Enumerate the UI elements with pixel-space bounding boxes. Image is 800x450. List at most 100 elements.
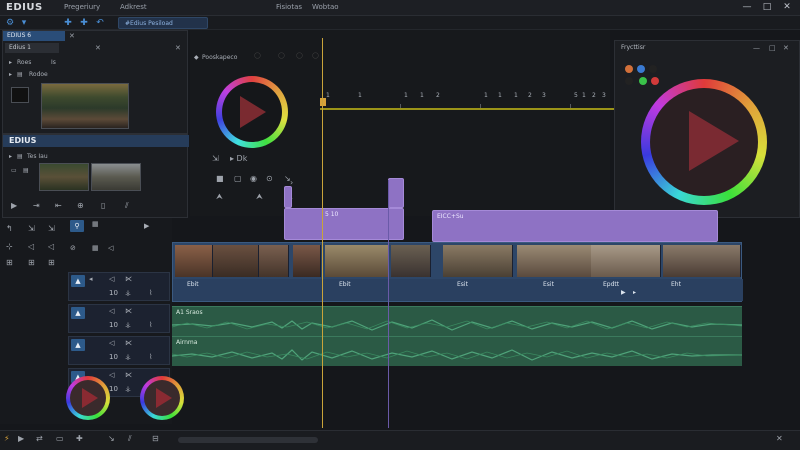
audio-track-1[interactable]: A1 Sraos (172, 306, 742, 336)
audio-track-header-1[interactable]: ▲ ◁ ⋉ 10 ⚶ ⌇ (68, 336, 170, 365)
keyframe-icon[interactable]: ⚶ (125, 289, 131, 297)
play-icon[interactable]: ▶ (18, 434, 24, 443)
track-toggle[interactable]: ▲ (71, 307, 85, 319)
playhead[interactable] (322, 38, 323, 428)
color-dot-black[interactable] (625, 77, 633, 85)
color-wheel[interactable] (216, 76, 288, 148)
menu-item-2[interactable]: Adkrest (120, 3, 147, 11)
color-wheel-mini[interactable] (140, 376, 184, 420)
undo-icon[interactable]: ↶ (94, 17, 106, 29)
video-track-header[interactable]: ▲ ◂ ◁ ⋉ 10 ⚶ ⌇ (68, 272, 170, 301)
tree-arrow-icon[interactable]: ▸ (9, 71, 12, 78)
delete-icon[interactable]: ⊟ (152, 434, 159, 443)
play-icon[interactable]: ▶ (11, 201, 17, 210)
circle-icon[interactable]: ◯ (312, 52, 319, 59)
lock-toggle[interactable]: ⚲ (70, 220, 84, 232)
cursor-icon[interactable]: ↰ (6, 224, 13, 233)
color-dot-red[interactable] (651, 77, 659, 85)
loop-icon[interactable]: ⇄ (36, 434, 43, 443)
track-toggle[interactable]: ▲ (71, 275, 85, 287)
close-icon[interactable]: ✕ (69, 32, 75, 40)
audio-track-2[interactable]: Airnma (172, 336, 742, 366)
keyframe-icon[interactable]: ⚶ (125, 321, 131, 329)
vol-icon[interactable]: ◁ (48, 242, 54, 251)
color-dot-black[interactable] (649, 65, 657, 73)
split-icon[interactable]: ✚ (76, 434, 83, 443)
clip-thumbnail[interactable] (41, 83, 129, 129)
maximize-icon[interactable]: □ (769, 44, 776, 52)
video-track[interactable]: Ebit Ebit Esit Esit Epdtt Eht ▶ ▸ (172, 242, 743, 302)
minimize-button[interactable]: — (740, 1, 754, 14)
grid-icon[interactable]: ⊞ (28, 258, 35, 267)
in-point-marker[interactable] (320, 98, 326, 106)
audio-icon[interactable]: ◁ (109, 307, 114, 315)
fx-icon[interactable]: ⋉ (125, 339, 132, 347)
circle-icon[interactable]: ◯ (278, 52, 285, 59)
circle-icon[interactable]: ◉ (250, 174, 257, 183)
rubber-band-icon[interactable]: ⌇ (149, 289, 152, 297)
audio-icon[interactable]: ◁ (109, 275, 114, 283)
visibility-icon[interactable]: ◂ (89, 275, 93, 283)
tree-arrow-icon[interactable]: ▸ (9, 153, 12, 160)
color-dot-orange[interactable] (625, 65, 633, 73)
marker-icon[interactable]: ▭ (56, 434, 64, 443)
keyframe-icon[interactable]: ⚶ (125, 353, 131, 361)
color-dot-blue[interactable] (637, 65, 645, 73)
fx-icon[interactable]: ⋉ (125, 275, 132, 283)
move-icon[interactable]: ✚ (62, 17, 74, 29)
menu-item-1[interactable]: Pregeriury (64, 3, 100, 11)
step-icon[interactable]: ⇤ (55, 201, 62, 210)
audio-icon[interactable]: ◁ (109, 339, 114, 347)
vol-icon[interactable]: ◁ (28, 242, 34, 251)
circle-icon[interactable]: ◯ (296, 52, 303, 59)
close-icon[interactable]: ✕ (783, 44, 789, 52)
rubber-band-icon[interactable]: ⌇ (149, 353, 152, 361)
circle-icon[interactable]: ◯ (254, 52, 261, 59)
audio-icon[interactable]: ◁ (108, 244, 113, 252)
work-area-bar[interactable] (320, 108, 616, 110)
move-icon[interactable]: ⊹ (6, 242, 13, 251)
project-tab[interactable]: #Edius Pesiload (118, 17, 208, 29)
title-clip[interactable]: EICC+Su (432, 210, 718, 242)
arrow-icon[interactable]: ↘ (108, 434, 115, 443)
search-icon[interactable]: ⊙ (266, 174, 273, 183)
title-clip[interactable] (284, 186, 292, 208)
step-back-icon[interactable]: ⇥ (33, 201, 40, 210)
bin-tab[interactable]: EDIUS 6 (3, 31, 65, 41)
tree-item-rodoe[interactable]: Rodoe (29, 71, 48, 78)
close-icon[interactable]: ✕ (175, 44, 181, 52)
menu-item-3[interactable]: Fisiotas (276, 3, 302, 11)
add-icon[interactable]: ✚ (78, 17, 90, 29)
menu-item-4[interactable]: Wobtao (312, 3, 339, 11)
clip-thumbnail[interactable] (39, 163, 89, 191)
transition-icon[interactable]: ▦ (92, 244, 99, 252)
title-clip[interactable]: 5 10 (284, 208, 404, 240)
color-dot-green[interactable] (639, 77, 647, 85)
color-wheel-mini[interactable] (66, 376, 110, 420)
maximize-button[interactable]: □ (760, 1, 774, 14)
transition-icon[interactable]: ▦ (92, 220, 99, 228)
collapse-icon[interactable]: ⇲ (28, 224, 35, 233)
clip-thumbnail[interactable] (91, 163, 141, 191)
split-icon[interactable]: ⫽ (128, 434, 132, 444)
step-icon[interactable]: ▸ (633, 289, 636, 296)
grid-icon[interactable]: ⊞ (6, 258, 13, 267)
mute-icon[interactable]: ⊘ (70, 244, 76, 252)
marker-icon[interactable]: ⊕ (77, 201, 84, 210)
play-icon[interactable]: ▶ (144, 222, 149, 230)
tree-item-roes[interactable]: Roes (17, 59, 31, 66)
split-icon[interactable]: ⫽ (125, 201, 129, 211)
tree-item-is[interactable]: Is (51, 59, 56, 66)
arrow-icon[interactable]: ⇲ (212, 154, 219, 163)
tree-arrow-icon[interactable]: ▸ (9, 59, 12, 66)
chevron-down-icon[interactable]: ▾ (18, 17, 30, 29)
fx-icon[interactable]: ⋉ (125, 307, 132, 315)
gear-icon[interactable]: ⚙ (4, 17, 16, 29)
lock-icon[interactable]: ▯ (101, 201, 105, 210)
minimize-icon[interactable]: — (753, 44, 760, 52)
timeline-ruler[interactable]: 1 1 1 1 2 1 1 1 2 3 5 1 2 3 (320, 90, 615, 110)
keyframe-icon[interactable]: ⚶ (125, 385, 131, 393)
rubber-band-icon[interactable]: ⌇ (149, 321, 152, 329)
title-clip[interactable] (388, 178, 404, 208)
collapse-icon[interactable]: ⇲ (48, 224, 55, 233)
